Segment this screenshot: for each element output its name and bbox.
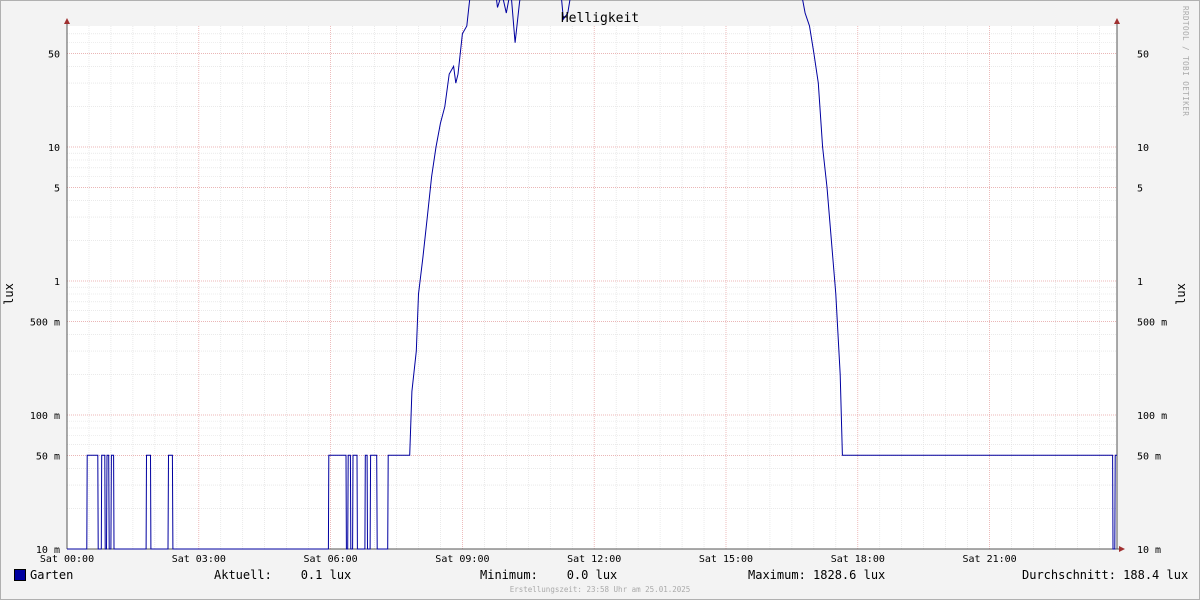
y-tick-label-right: 50 m bbox=[1137, 451, 1161, 462]
x-tick-label: Sat 06:00 bbox=[304, 554, 358, 565]
x-tick-label: Sat 18:00 bbox=[831, 554, 885, 565]
legend-swatch bbox=[14, 569, 26, 581]
y-tick-label-left: 1 bbox=[54, 277, 60, 288]
x-tick-label: Sat 15:00 bbox=[699, 554, 753, 565]
y-tick-label-right: 100 m bbox=[1137, 411, 1167, 422]
x-tick-label: Sat 03:00 bbox=[172, 554, 226, 565]
chart-canvas: Sat 00:00 Sat 03:00 Sat 06:00 Sat 09:00 Sat … bbox=[30, 0, 1167, 565]
plot-area bbox=[67, 26, 1117, 549]
y-axis-label-right: lux bbox=[1173, 283, 1188, 305]
y-tick-label-right: 10 m bbox=[1137, 545, 1161, 556]
y-tick-label-right: 5 bbox=[1137, 183, 1143, 194]
legend-minimum: Minimum: 0.0 lux bbox=[480, 568, 618, 582]
y-tick-label-right: 50 bbox=[1137, 49, 1149, 60]
y-tick-label-left: 100 m bbox=[30, 411, 60, 422]
x-tick-label: Sat 21:00 bbox=[963, 554, 1017, 565]
footer-timestamp: Erstellungszeit: 23:58 Uhr am 25.01.2025 bbox=[509, 585, 691, 594]
legend-series-name: Garten bbox=[30, 568, 74, 582]
x-tick-label: Sat 12:00 bbox=[567, 554, 621, 565]
x-axis-arrow bbox=[1119, 546, 1125, 552]
legend-maximum: Maximum: 1828.6 lux bbox=[748, 568, 886, 582]
y-tick-label-left: 5 bbox=[54, 183, 60, 194]
y-tick-label-right: 10 bbox=[1137, 143, 1149, 154]
watermark-text: RRDTOOL / TOBI OETIKER bbox=[1181, 6, 1190, 117]
y-axis-label-left: lux bbox=[1, 283, 16, 305]
y-tick-label-left: 50 m bbox=[36, 451, 60, 462]
legend-current: Aktuell: 0.1 lux bbox=[214, 568, 352, 582]
x-tick-label: Sat 09:00 bbox=[435, 554, 489, 565]
legend-average: Durchschnitt: 188.4 lux bbox=[1022, 568, 1189, 582]
y-tick-label-left: 10 m bbox=[36, 545, 60, 556]
y-tick-label-left: 50 bbox=[48, 49, 60, 60]
y-tick-label-right: 1 bbox=[1137, 277, 1143, 288]
y-tick-label-right: 500 m bbox=[1137, 317, 1167, 328]
y-tick-label-left: 10 bbox=[48, 143, 60, 154]
y-tick-label-left: 500 m bbox=[30, 317, 60, 328]
chart-title: Helligkeit bbox=[560, 11, 640, 26]
